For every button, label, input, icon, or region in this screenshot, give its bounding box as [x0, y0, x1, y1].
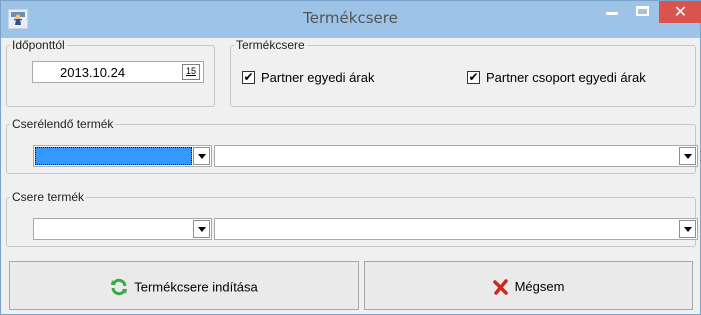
partner-group-prices-checkbox[interactable]: ✔ Partner csoport egyedi árak — [467, 69, 687, 85]
chevron-down-icon — [684, 154, 692, 159]
cancel-button[interactable]: Mégsem — [364, 261, 693, 310]
target-product-label: Csere termék — [10, 190, 87, 204]
window: Termékcsere ✕ Időponttól 2013.10.24 15 T… — [0, 0, 701, 315]
window-title: Termékcsere — [303, 9, 398, 27]
maximize-icon — [636, 6, 649, 16]
date-value[interactable]: 2013.10.24 — [60, 65, 125, 80]
minimize-button[interactable] — [598, 1, 628, 23]
checkmark-icon[interactable]: ✔ — [467, 71, 480, 84]
calendar-icon[interactable]: 15 — [182, 64, 200, 80]
source-product-name-combo[interactable] — [214, 145, 698, 167]
start-exchange-content[interactable]: Termékcsere indítása — [10, 278, 358, 296]
close-icon: ✕ — [673, 2, 688, 21]
target-product-name-combo[interactable] — [214, 218, 698, 240]
x-cross-icon — [492, 278, 508, 295]
chevron-down-icon — [198, 154, 206, 159]
exchange-options-group: Termékcsere ✔ Partner egyedi árak ✔ Part… — [230, 38, 696, 107]
refresh-icon — [111, 278, 128, 296]
start-exchange-label[interactable]: Termékcsere indítása — [134, 280, 258, 295]
maximize-button[interactable] — [628, 1, 658, 23]
cancel-content[interactable]: Mégsem — [365, 278, 692, 295]
dropdown-button[interactable] — [679, 220, 696, 238]
minimize-icon — [606, 12, 618, 15]
source-product-code-value[interactable] — [35, 147, 192, 165]
source-product-code-combo[interactable] — [33, 145, 212, 167]
dropdown-button[interactable] — [679, 147, 696, 165]
cancel-label[interactable]: Mégsem — [515, 279, 565, 294]
dropdown-button[interactable] — [193, 147, 210, 165]
target-product-code-combo[interactable] — [33, 218, 212, 240]
partner-prices-label[interactable]: Partner egyedi árak — [261, 70, 374, 85]
dropdown-button[interactable] — [193, 220, 210, 238]
date-group: Időponttól 2013.10.24 15 — [6, 38, 215, 107]
chevron-down-icon — [684, 227, 692, 232]
source-product-label: Cserélendő termék — [10, 117, 116, 131]
partner-prices-checkbox[interactable]: ✔ Partner egyedi árak — [242, 69, 402, 85]
exchange-group-label: Termékcsere — [234, 38, 307, 52]
chevron-down-icon — [198, 227, 206, 232]
date-picker[interactable]: 2013.10.24 15 — [32, 61, 204, 83]
checkmark-icon[interactable]: ✔ — [242, 71, 255, 84]
start-exchange-button[interactable]: Termékcsere indítása — [9, 261, 359, 310]
date-group-label: Időponttól — [10, 38, 67, 52]
close-button[interactable]: ✕ — [659, 1, 701, 23]
title-bar[interactable]: Termékcsere ✕ — [1, 1, 701, 38]
partner-group-prices-label[interactable]: Partner csoport egyedi árak — [486, 70, 646, 85]
